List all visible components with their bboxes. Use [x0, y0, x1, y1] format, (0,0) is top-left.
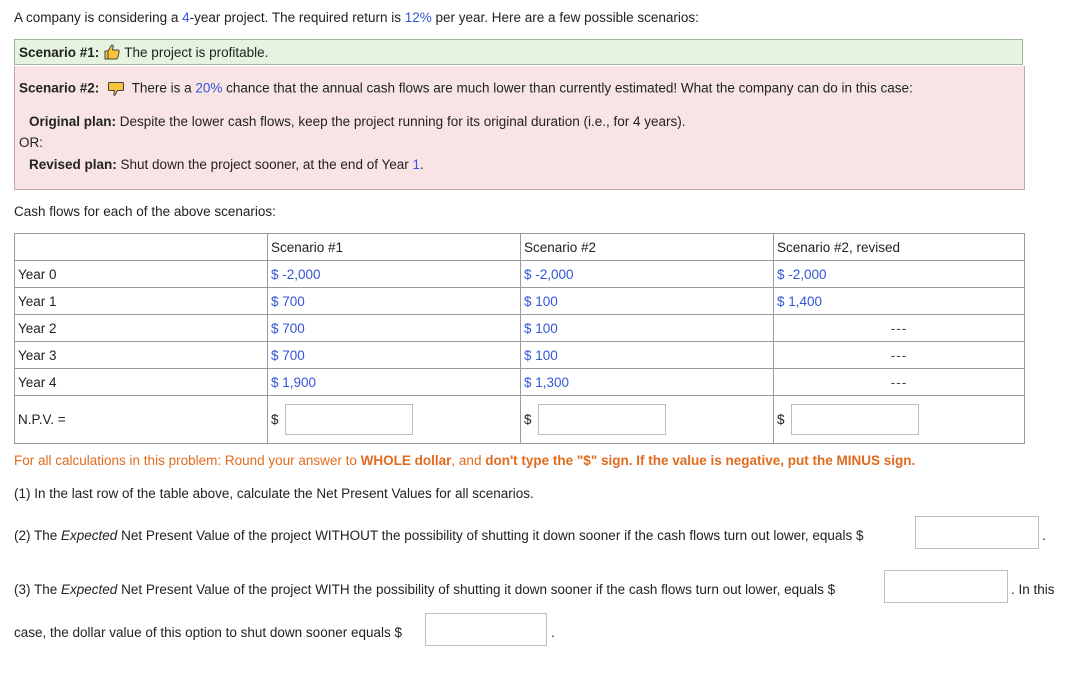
cashflow-cell: $ 700	[267, 314, 521, 342]
npv-row: N.P.V. = $ $ $	[14, 395, 1025, 444]
scenario-2-line: Scenario #2: There is a 20% chance that …	[19, 80, 913, 98]
scenario-1-box: Scenario #1: The project is profitable.	[14, 39, 1023, 65]
expected-npv-without-option-input[interactable]	[915, 516, 1039, 549]
cashflow-cell: $ 1,400	[773, 287, 1025, 315]
table-row: Year 0 $ -2,000 $ -2,000 $ -2,000	[14, 260, 1025, 288]
year-label: Year 1	[14, 287, 268, 315]
table-header-cell	[14, 233, 268, 261]
table-header-row: Scenario #1 Scenario #2 Scenario #2, rev…	[14, 233, 1025, 261]
scenario-2-probability: 20%	[195, 80, 223, 96]
cashflow-cell: $ 1,900	[267, 368, 521, 396]
npv-label: N.P.V. =	[14, 395, 268, 444]
npv-cell-scenario-1: $	[267, 395, 521, 444]
question-3: (3) The Expected Net Present Value of th…	[14, 582, 836, 597]
year-label: Year 4	[14, 368, 268, 396]
table-row: Year 2 $ 700 $ 100 ---	[14, 314, 1025, 342]
thumbs-up-icon	[103, 43, 121, 61]
required-return: 12%	[404, 10, 432, 25]
cashflow-cell: $ -2,000	[520, 260, 774, 288]
question-2-period: .	[1042, 528, 1046, 543]
question-2: (2) The Expected Net Present Value of th…	[14, 528, 864, 543]
cashflow-cell: $ 700	[267, 287, 521, 315]
npv-cell-scenario-2-revised: $	[773, 395, 1025, 444]
original-plan-label: Original plan:	[29, 114, 117, 129]
cashflow-cell-empty: ---	[773, 314, 1025, 342]
or-label: OR:	[19, 135, 44, 150]
table-header-cell: Scenario #1	[267, 233, 521, 261]
revised-plan-line: Revised plan: Shut down the project soon…	[29, 157, 424, 172]
table-row: Year 1 $ 700 $ 100 $ 1,400	[14, 287, 1025, 315]
cashflow-cell: $ 100	[520, 341, 774, 369]
cashflow-cell-empty: ---	[773, 368, 1025, 396]
thumbs-down-icon	[107, 80, 125, 98]
scenario-1-text: The project is profitable.	[124, 44, 269, 60]
cashflows-table: Scenario #1 Scenario #2 Scenario #2, rev…	[14, 233, 1025, 444]
cashflow-cell: $ -2,000	[773, 260, 1025, 288]
npv-input-scenario-2[interactable]	[537, 404, 666, 435]
question-3-line-2: case, the dollar value of this option to…	[14, 625, 402, 640]
option-value-input[interactable]	[425, 613, 547, 646]
table-row: Year 4 $ 1,900 $ 1,300 ---	[14, 368, 1025, 396]
cashflow-cell: $ -2,000	[267, 260, 521, 288]
table-header-cell: Scenario #2	[520, 233, 774, 261]
cashflow-cell: $ 1,300	[520, 368, 774, 396]
question-3-continuation: . In this	[1011, 582, 1055, 597]
table-header-cell: Scenario #2, revised	[773, 233, 1025, 261]
table-row: Year 3 $ 700 $ 100 ---	[14, 341, 1025, 369]
cashflow-cell: $ 100	[520, 287, 774, 315]
question-1: (1) In the last row of the table above, …	[14, 486, 534, 501]
npv-cell-scenario-2: $	[520, 395, 774, 444]
cashflow-cell-empty: ---	[773, 341, 1025, 369]
cashflows-label: Cash flows for each of the above scenari…	[14, 204, 276, 219]
scenario-2-box: Scenario #2: There is a 20% chance that …	[14, 66, 1025, 190]
revised-plan-label: Revised plan:	[29, 157, 117, 172]
year-label: Year 3	[14, 341, 268, 369]
question-3-period: .	[551, 625, 555, 640]
cashflow-cell: $ 100	[520, 314, 774, 342]
year-label: Year 0	[14, 260, 268, 288]
cashflow-cell: $ 700	[267, 341, 521, 369]
year-label: Year 2	[14, 314, 268, 342]
npv-input-scenario-1[interactable]	[284, 404, 413, 435]
revised-year: 1	[412, 157, 421, 172]
dollar-sign: $	[524, 412, 532, 427]
scenario-2-label: Scenario #2:	[19, 80, 100, 96]
project-years: 4	[182, 10, 190, 25]
rounding-instructions: For all calculations in this problem: Ro…	[14, 453, 916, 468]
problem-intro: A company is considering a 4-year projec…	[14, 10, 699, 25]
dollar-sign: $	[777, 412, 785, 427]
expected-npv-with-option-input[interactable]	[884, 570, 1008, 603]
npv-input-scenario-2-revised[interactable]	[790, 404, 919, 435]
dollar-sign: $	[271, 412, 279, 427]
scenario-1-label: Scenario #1:	[19, 44, 100, 60]
original-plan-line: Original plan: Despite the lower cash fl…	[29, 114, 686, 129]
